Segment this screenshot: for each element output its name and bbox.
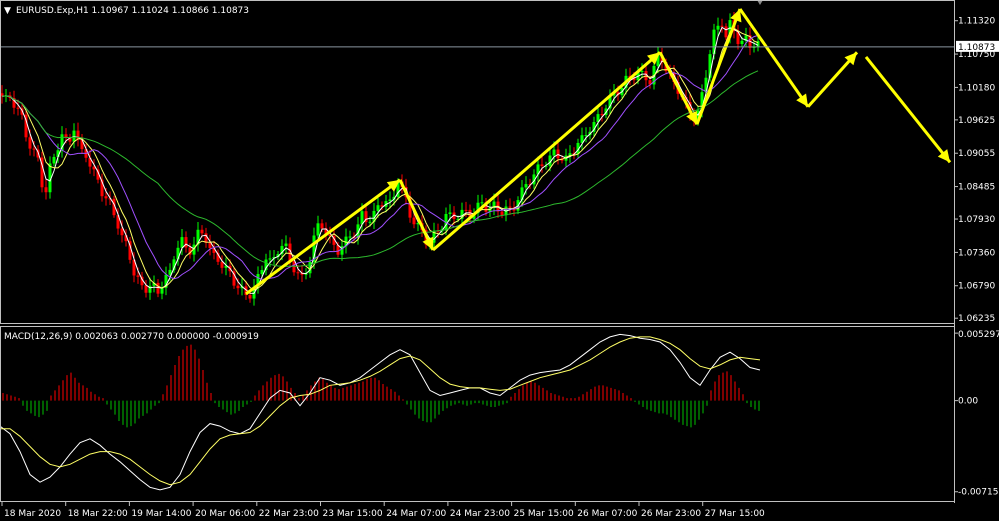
svg-text:18 Mar 22:00: 18 Mar 22:00 <box>68 509 128 519</box>
price-tick: 1.09055 <box>954 149 995 159</box>
macd-tick: -0.007152 <box>954 488 999 498</box>
svg-text:1.09625: 1.09625 <box>958 116 995 126</box>
price-tick: 1.10180 <box>954 83 995 93</box>
svg-text:26 Mar 23:00: 26 Mar 23:00 <box>641 509 701 519</box>
svg-text:20 Mar 06:00: 20 Mar 06:00 <box>195 509 255 519</box>
price-tick: 1.06235 <box>954 314 995 324</box>
macd-title: MACD(12,26,9) 0.002063 0.002770 0.000000… <box>4 332 259 342</box>
svg-text:0.00: 0.00 <box>958 397 978 407</box>
price-tick: 1.07360 <box>954 248 995 258</box>
svg-text:23 Mar 15:00: 23 Mar 15:00 <box>323 509 383 519</box>
chart-background <box>0 0 999 521</box>
macd-tick: 0.00 <box>954 397 978 407</box>
svg-text:1.08485: 1.08485 <box>958 183 995 193</box>
svg-text:0.005297: 0.005297 <box>958 330 999 340</box>
svg-text:26 Mar 07:00: 26 Mar 07:00 <box>577 509 637 519</box>
svg-text:1.09055: 1.09055 <box>958 149 995 159</box>
price-tick: 1.11320 <box>954 17 995 27</box>
svg-text:25 Mar 15:00: 25 Mar 15:00 <box>514 509 574 519</box>
chart-title: EURUSD.Exp,H1 1.10967 1.11024 1.10866 1.… <box>16 6 249 16</box>
price-tick: 1.06790 <box>954 282 995 292</box>
svg-text:19 Mar 14:00: 19 Mar 14:00 <box>131 509 191 519</box>
svg-text:-0.007152: -0.007152 <box>958 488 999 498</box>
svg-text:1.06235: 1.06235 <box>958 314 995 324</box>
svg-text:22 Mar 23:00: 22 Mar 23:00 <box>259 509 319 519</box>
svg-text:1.07360: 1.07360 <box>958 248 995 258</box>
price-tick: 1.08485 <box>954 183 995 193</box>
svg-text:1.10180: 1.10180 <box>958 83 995 93</box>
svg-text:27 Mar 15:00: 27 Mar 15:00 <box>705 509 765 519</box>
symbol-glyph[interactable]: ▼ <box>4 6 11 16</box>
price-tick: 1.09625 <box>954 116 995 126</box>
price-tick: 1.07930 <box>954 215 995 225</box>
svg-text:1.06790: 1.06790 <box>958 282 995 292</box>
svg-text:1.11320: 1.11320 <box>958 17 995 27</box>
svg-text:24 Mar 23:00: 24 Mar 23:00 <box>450 509 510 519</box>
svg-text:24 Mar 07:00: 24 Mar 07:00 <box>386 509 446 519</box>
eurusd-h1-chart: ▼ EURUSD.Exp,H1 1.10967 1.11024 1.10866 … <box>0 0 999 521</box>
candle <box>24 110 28 142</box>
candle <box>40 151 44 193</box>
macd-tick: 0.005297 <box>954 330 999 340</box>
last-price-label: 1.10873 <box>956 40 999 53</box>
svg-text:18 Mar 2020: 18 Mar 2020 <box>4 509 61 519</box>
last-price-value: 1.10873 <box>958 43 995 53</box>
svg-text:1.07930: 1.07930 <box>958 215 995 225</box>
